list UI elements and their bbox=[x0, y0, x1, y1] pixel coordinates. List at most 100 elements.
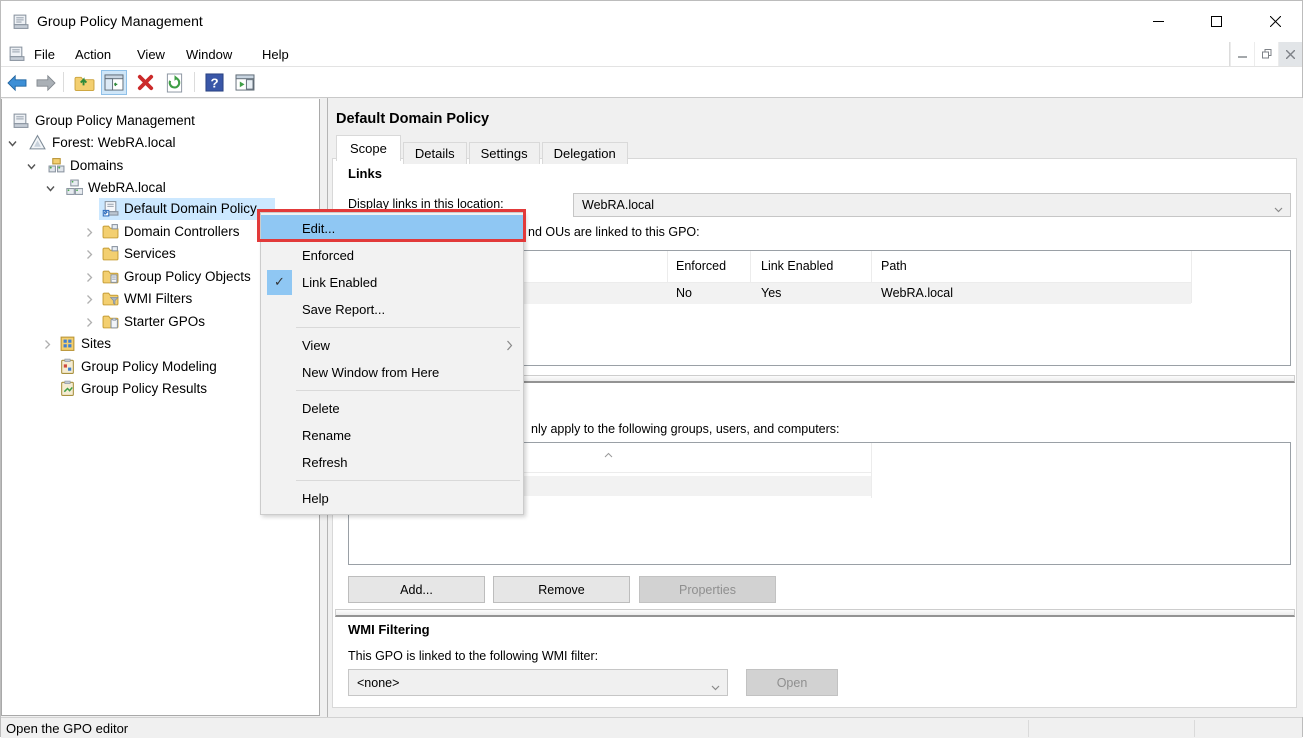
context-menu-save-report[interactable]: Save Report... bbox=[261, 296, 523, 323]
folder-icon bbox=[102, 223, 119, 240]
toolbar-separator bbox=[63, 72, 64, 92]
status-text: Open the GPO editor bbox=[6, 721, 128, 736]
tree-item-label: Group Policy Modeling bbox=[81, 359, 217, 374]
open-button[interactable]: Open bbox=[746, 669, 838, 696]
tree-item-forest[interactable]: Forest: WebRA.local bbox=[2, 132, 319, 154]
properties-button[interactable]: Properties bbox=[639, 576, 776, 603]
delete-button[interactable] bbox=[132, 70, 158, 95]
gpm-icon bbox=[12, 112, 29, 129]
tree-item-label: Domain Controllers bbox=[124, 224, 240, 239]
tree-item-label: Services bbox=[124, 246, 176, 261]
cell-path: WebRA.local bbox=[881, 286, 953, 300]
mdi-minimize-icon bbox=[1238, 50, 1247, 59]
column-header-link-enabled[interactable]: Link Enabled bbox=[761, 259, 833, 273]
chevron-collapsed-icon[interactable] bbox=[42, 338, 53, 349]
tree-item-label: Group Policy Objects bbox=[124, 269, 251, 284]
mdi-window-controls bbox=[1229, 42, 1302, 66]
new-window-button[interactable] bbox=[232, 70, 258, 95]
tree-item-domain-webra[interactable]: WebRA.local bbox=[2, 177, 319, 199]
chevron-collapsed-icon[interactable] bbox=[84, 316, 95, 327]
security-filtering-note: nly apply to the following groups, users… bbox=[531, 422, 840, 436]
sites-icon bbox=[59, 335, 76, 352]
mdi-close-icon bbox=[1286, 50, 1295, 59]
back-button[interactable] bbox=[4, 70, 30, 95]
toolbar-separator bbox=[194, 72, 195, 92]
context-menu-help[interactable]: Help bbox=[261, 485, 523, 512]
tree-item-label: WebRA.local bbox=[88, 180, 166, 195]
tree-item-domains[interactable]: Domains bbox=[2, 155, 319, 177]
maximize-button[interactable] bbox=[1193, 1, 1239, 41]
chevron-expanded-icon[interactable] bbox=[7, 137, 18, 148]
wmi-filter-label: This GPO is linked to the following WMI … bbox=[348, 649, 598, 663]
section-splitter[interactable] bbox=[335, 609, 1295, 617]
chevron-down-icon bbox=[711, 680, 720, 694]
mdi-minimize-button[interactable] bbox=[1230, 42, 1254, 66]
tab-details[interactable]: Details bbox=[403, 142, 467, 164]
close-button[interactable] bbox=[1252, 1, 1298, 41]
domain-icon bbox=[66, 179, 83, 196]
column-divider bbox=[871, 443, 872, 498]
group-policy-management-window: Group Policy Management File Action View… bbox=[0, 0, 1303, 737]
links-heading: Links bbox=[348, 166, 382, 181]
links-note: nd OUs are linked to this GPO: bbox=[528, 225, 700, 239]
tab-delegation[interactable]: Delegation bbox=[542, 142, 628, 164]
minimize-button[interactable] bbox=[1135, 1, 1181, 41]
forward-icon bbox=[35, 74, 57, 92]
forward-button[interactable] bbox=[33, 70, 59, 95]
remove-button[interactable]: Remove bbox=[493, 576, 630, 603]
wmi-filter-dropdown[interactable]: <none> bbox=[348, 669, 728, 696]
tree-item-label: WMI Filters bbox=[124, 291, 192, 306]
chevron-collapsed-icon[interactable] bbox=[84, 226, 95, 237]
up-folder-icon bbox=[74, 74, 95, 92]
console-tree-icon bbox=[104, 74, 124, 91]
up-one-level-button[interactable] bbox=[71, 70, 97, 95]
column-divider bbox=[1191, 251, 1192, 303]
column-header-enforced[interactable]: Enforced bbox=[676, 259, 726, 273]
menu-view[interactable]: View bbox=[131, 45, 171, 64]
mdi-close-button[interactable] bbox=[1278, 42, 1302, 66]
menu-action[interactable]: Action bbox=[69, 45, 117, 64]
wmi-filters-folder-icon bbox=[102, 290, 119, 307]
menu-help[interactable]: Help bbox=[256, 45, 295, 64]
chevron-expanded-icon[interactable] bbox=[45, 182, 56, 193]
context-menu-link-enabled[interactable]: ✓ Link Enabled bbox=[261, 269, 523, 296]
close-icon bbox=[1270, 16, 1281, 27]
gpo-title: Default Domain Policy bbox=[336, 111, 489, 127]
menu-file[interactable]: File bbox=[28, 45, 61, 64]
context-menu-new-window-from-here[interactable]: New Window from Here bbox=[261, 359, 523, 386]
chevron-expanded-icon[interactable] bbox=[26, 160, 37, 171]
mdi-restore-button[interactable] bbox=[1254, 42, 1278, 66]
console-icon bbox=[8, 45, 25, 62]
tree-item-label: Sites bbox=[81, 336, 111, 351]
title-bar: Group Policy Management bbox=[1, 1, 1302, 41]
context-menu-delete[interactable]: Delete bbox=[261, 395, 523, 422]
tab-scope[interactable]: Scope bbox=[336, 135, 401, 161]
location-dropdown[interactable]: WebRA.local bbox=[573, 193, 1291, 217]
tree-item-root[interactable]: Group Policy Management bbox=[2, 110, 319, 132]
back-icon bbox=[6, 74, 28, 92]
chevron-collapsed-icon[interactable] bbox=[84, 271, 95, 282]
context-menu-view[interactable]: View bbox=[261, 332, 523, 359]
menu-window[interactable]: Window bbox=[180, 45, 238, 64]
tab-settings[interactable]: Settings bbox=[469, 142, 540, 164]
app-icon bbox=[12, 13, 29, 30]
context-menu-rename[interactable]: Rename bbox=[261, 422, 523, 449]
show-console-tree-button[interactable] bbox=[101, 70, 127, 95]
main-area: Group Policy Management Forest: WebRA.lo… bbox=[1, 98, 1303, 717]
modeling-icon bbox=[59, 358, 76, 375]
help-button[interactable]: ? bbox=[201, 70, 227, 95]
refresh-icon bbox=[165, 73, 184, 93]
column-header-path[interactable]: Path bbox=[881, 259, 907, 273]
context-menu-refresh[interactable]: Refresh bbox=[261, 449, 523, 476]
context-menu-enforced[interactable]: Enforced bbox=[261, 242, 523, 269]
gpo-folder-icon bbox=[102, 268, 119, 285]
cell-link-enabled: Yes bbox=[761, 286, 781, 300]
domains-icon bbox=[48, 157, 65, 174]
context-menu: Edit... Enforced ✓ Link Enabled Save Rep… bbox=[260, 212, 524, 515]
add-button[interactable]: Add... bbox=[348, 576, 485, 603]
chevron-collapsed-icon[interactable] bbox=[84, 293, 95, 304]
chevron-collapsed-icon[interactable] bbox=[84, 248, 95, 259]
refresh-button[interactable] bbox=[161, 70, 187, 95]
tree-item-label: Group Policy Management bbox=[35, 113, 195, 128]
tree-item-label: Default Domain Policy bbox=[124, 201, 257, 216]
